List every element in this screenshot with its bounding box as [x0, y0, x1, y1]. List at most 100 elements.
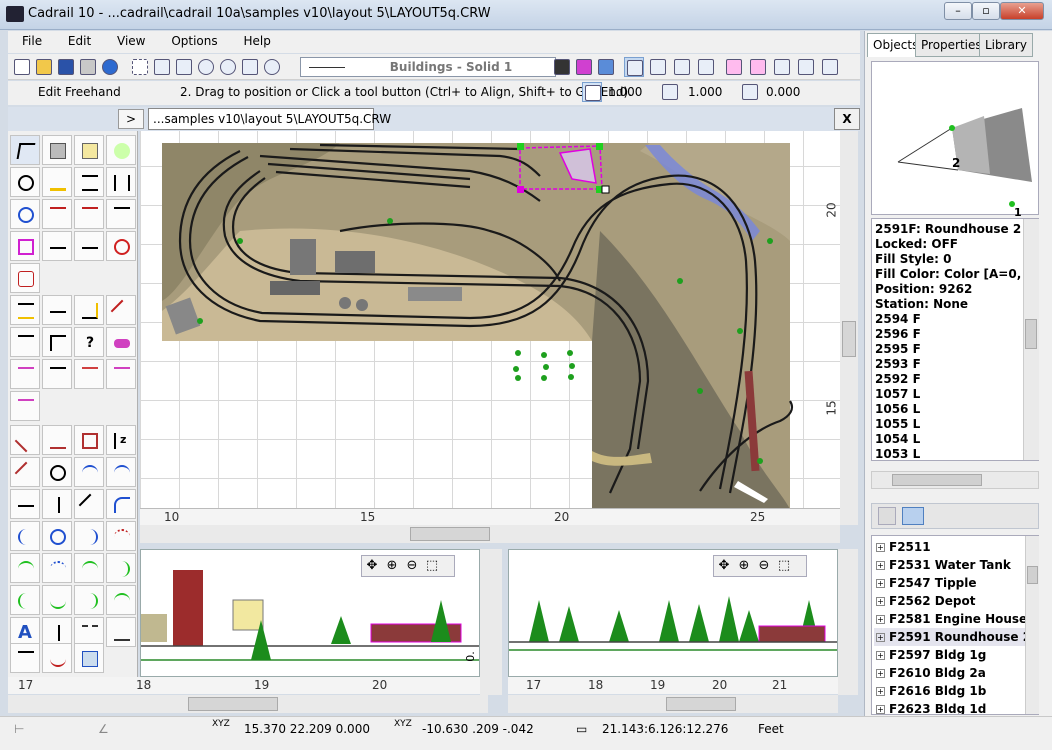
plan-horizontal-scrollbar[interactable] — [140, 525, 840, 543]
curve-green-2-button[interactable] — [74, 553, 104, 583]
tree-item[interactable]: + F2616 Bldg 1b — [874, 682, 1038, 700]
tab-library[interactable]: Library — [979, 33, 1033, 57]
curve-select-button[interactable] — [42, 643, 72, 673]
paint-button[interactable] — [574, 57, 594, 77]
remove-tool-button[interactable] — [74, 231, 104, 261]
property-scroll-thumb[interactable] — [1025, 319, 1037, 349]
tree-item[interactable]: + F2597 Bldg 1g — [874, 646, 1038, 664]
edit-tool-button[interactable] — [624, 57, 644, 77]
wye-button[interactable] — [74, 295, 104, 325]
help-button[interactable] — [100, 57, 120, 77]
add-tool-button[interactable] — [42, 231, 72, 261]
train-button[interactable] — [552, 57, 572, 77]
arc-tool-button[interactable] — [106, 489, 136, 519]
print-button[interactable] — [78, 57, 98, 77]
rectangle-tool-button[interactable] — [74, 425, 104, 455]
spline-2-button[interactable] — [42, 585, 72, 615]
side-left-scroll-thumb[interactable] — [188, 697, 278, 711]
document-tab[interactable]: ...samples v10\layout 5\LAYOUT5q.CRW — [148, 108, 391, 130]
arc-right-button[interactable] — [74, 521, 104, 551]
zoom-in-button[interactable] — [196, 57, 216, 77]
cross-line-button[interactable] — [10, 457, 40, 487]
align-tool-button[interactable] — [42, 167, 72, 197]
line-tool-button[interactable] — [10, 425, 40, 455]
curve-green-3-button[interactable] — [106, 553, 136, 583]
property-hscrollbar[interactable] — [871, 471, 1039, 489]
bumper-button[interactable] — [42, 327, 72, 357]
spline-1-button[interactable] — [10, 585, 40, 615]
connect-tool-button[interactable] — [10, 167, 40, 197]
property-hscroll-thumb[interactable] — [892, 474, 982, 486]
track-tool-3-button[interactable] — [696, 57, 716, 77]
hand-button[interactable] — [240, 57, 260, 77]
minimize-button[interactable]: – — [944, 2, 972, 20]
maximize-button[interactable]: ▫ — [972, 2, 1000, 20]
track-endpoint-button[interactable] — [42, 199, 72, 229]
grid-toggle-button[interactable] — [582, 82, 602, 102]
track-tool-1-button[interactable] — [648, 57, 668, 77]
circle-tool-button[interactable] — [42, 521, 72, 551]
rotate-tool-button[interactable] — [10, 199, 40, 229]
expand-palette-button[interactable]: > — [118, 109, 144, 129]
tree-item[interactable]: + F2610 Bldg 2a — [874, 664, 1038, 682]
plan-view-canvas[interactable]: 20 15 — [140, 131, 840, 525]
select-tool-button[interactable] — [10, 135, 40, 165]
tree-item[interactable]: + F2623 Bldg 1d — [874, 700, 1038, 714]
redraw-button[interactable] — [262, 57, 282, 77]
crossover-button[interactable] — [74, 359, 104, 389]
expand-tree-icon[interactable] — [902, 507, 924, 525]
double-slip-button[interactable] — [42, 359, 72, 389]
side-view-right-hscroll[interactable] — [508, 695, 838, 713]
image-button[interactable] — [596, 57, 616, 77]
image-tool-button[interactable] — [74, 643, 104, 673]
tree-item-selected[interactable]: + F2591 Roundhouse 2 S — [874, 628, 1038, 646]
curve-dotted-button[interactable] — [42, 553, 72, 583]
arc-grade-button[interactable] — [74, 457, 104, 487]
menu-file[interactable]: File — [8, 31, 50, 48]
turnout-left-button[interactable] — [10, 295, 40, 325]
plan-vertical-scrollbar[interactable] — [840, 131, 858, 525]
select-area-button[interactable] — [130, 57, 150, 77]
side-right-scroll-thumb[interactable] — [666, 697, 736, 711]
menu-help[interactable]: Help — [229, 31, 278, 48]
curve-green-1-button[interactable] — [10, 553, 40, 583]
tree-item[interactable]: + F2562 Depot — [874, 592, 1038, 610]
measure-button[interactable] — [724, 57, 744, 77]
arc-left-button[interactable] — [10, 521, 40, 551]
arc-dots-button[interactable] — [106, 521, 136, 551]
dimension-h-button[interactable] — [10, 489, 40, 519]
track-join-button[interactable] — [106, 199, 136, 229]
menu-options[interactable]: Options — [157, 31, 225, 48]
units-label[interactable]: Feet — [758, 722, 784, 736]
spline-4-button[interactable] — [106, 585, 136, 615]
angle-button[interactable] — [748, 57, 768, 77]
snap-value[interactable]: 1.000 — [688, 85, 722, 99]
mirror-tool-button[interactable] — [106, 135, 136, 165]
library-scroll-thumb[interactable] — [1027, 566, 1038, 584]
parallel-tool-button[interactable] — [74, 167, 104, 197]
connect-button[interactable] — [796, 57, 816, 77]
resize-tool-button[interactable] — [10, 231, 40, 261]
switch-button[interactable] — [10, 327, 40, 357]
car-button[interactable] — [106, 327, 136, 357]
text-stamp-button[interactable] — [10, 263, 40, 293]
close-document-button[interactable]: X — [834, 108, 860, 130]
save-button[interactable] — [56, 57, 76, 77]
side-view-right[interactable]: ✥ ⊕ ⊖ ⬚ — [508, 549, 838, 677]
library-scrollbar[interactable] — [1025, 536, 1039, 714]
property-scrollbar[interactable] — [1023, 219, 1039, 460]
arc-plain-button[interactable] — [106, 457, 136, 487]
horizontal-scroll-thumb[interactable] — [410, 527, 490, 541]
tree-item[interactable]: + F2547 Tipple — [874, 574, 1038, 592]
dimension-v-button[interactable] — [42, 489, 72, 519]
side-view-right-scrollbar[interactable] — [838, 549, 858, 695]
ladder-button[interactable] — [106, 359, 136, 389]
node-tool-button[interactable] — [106, 617, 136, 647]
new-file-button[interactable] — [12, 57, 32, 77]
grade-line-button[interactable] — [10, 391, 40, 421]
crossing-button[interactable] — [106, 295, 136, 325]
grid-value[interactable]: 1.000 — [608, 85, 642, 99]
menu-edit[interactable]: Edit — [54, 31, 99, 48]
zoom-fit-button[interactable] — [152, 57, 172, 77]
rotate-button[interactable] — [772, 57, 792, 77]
